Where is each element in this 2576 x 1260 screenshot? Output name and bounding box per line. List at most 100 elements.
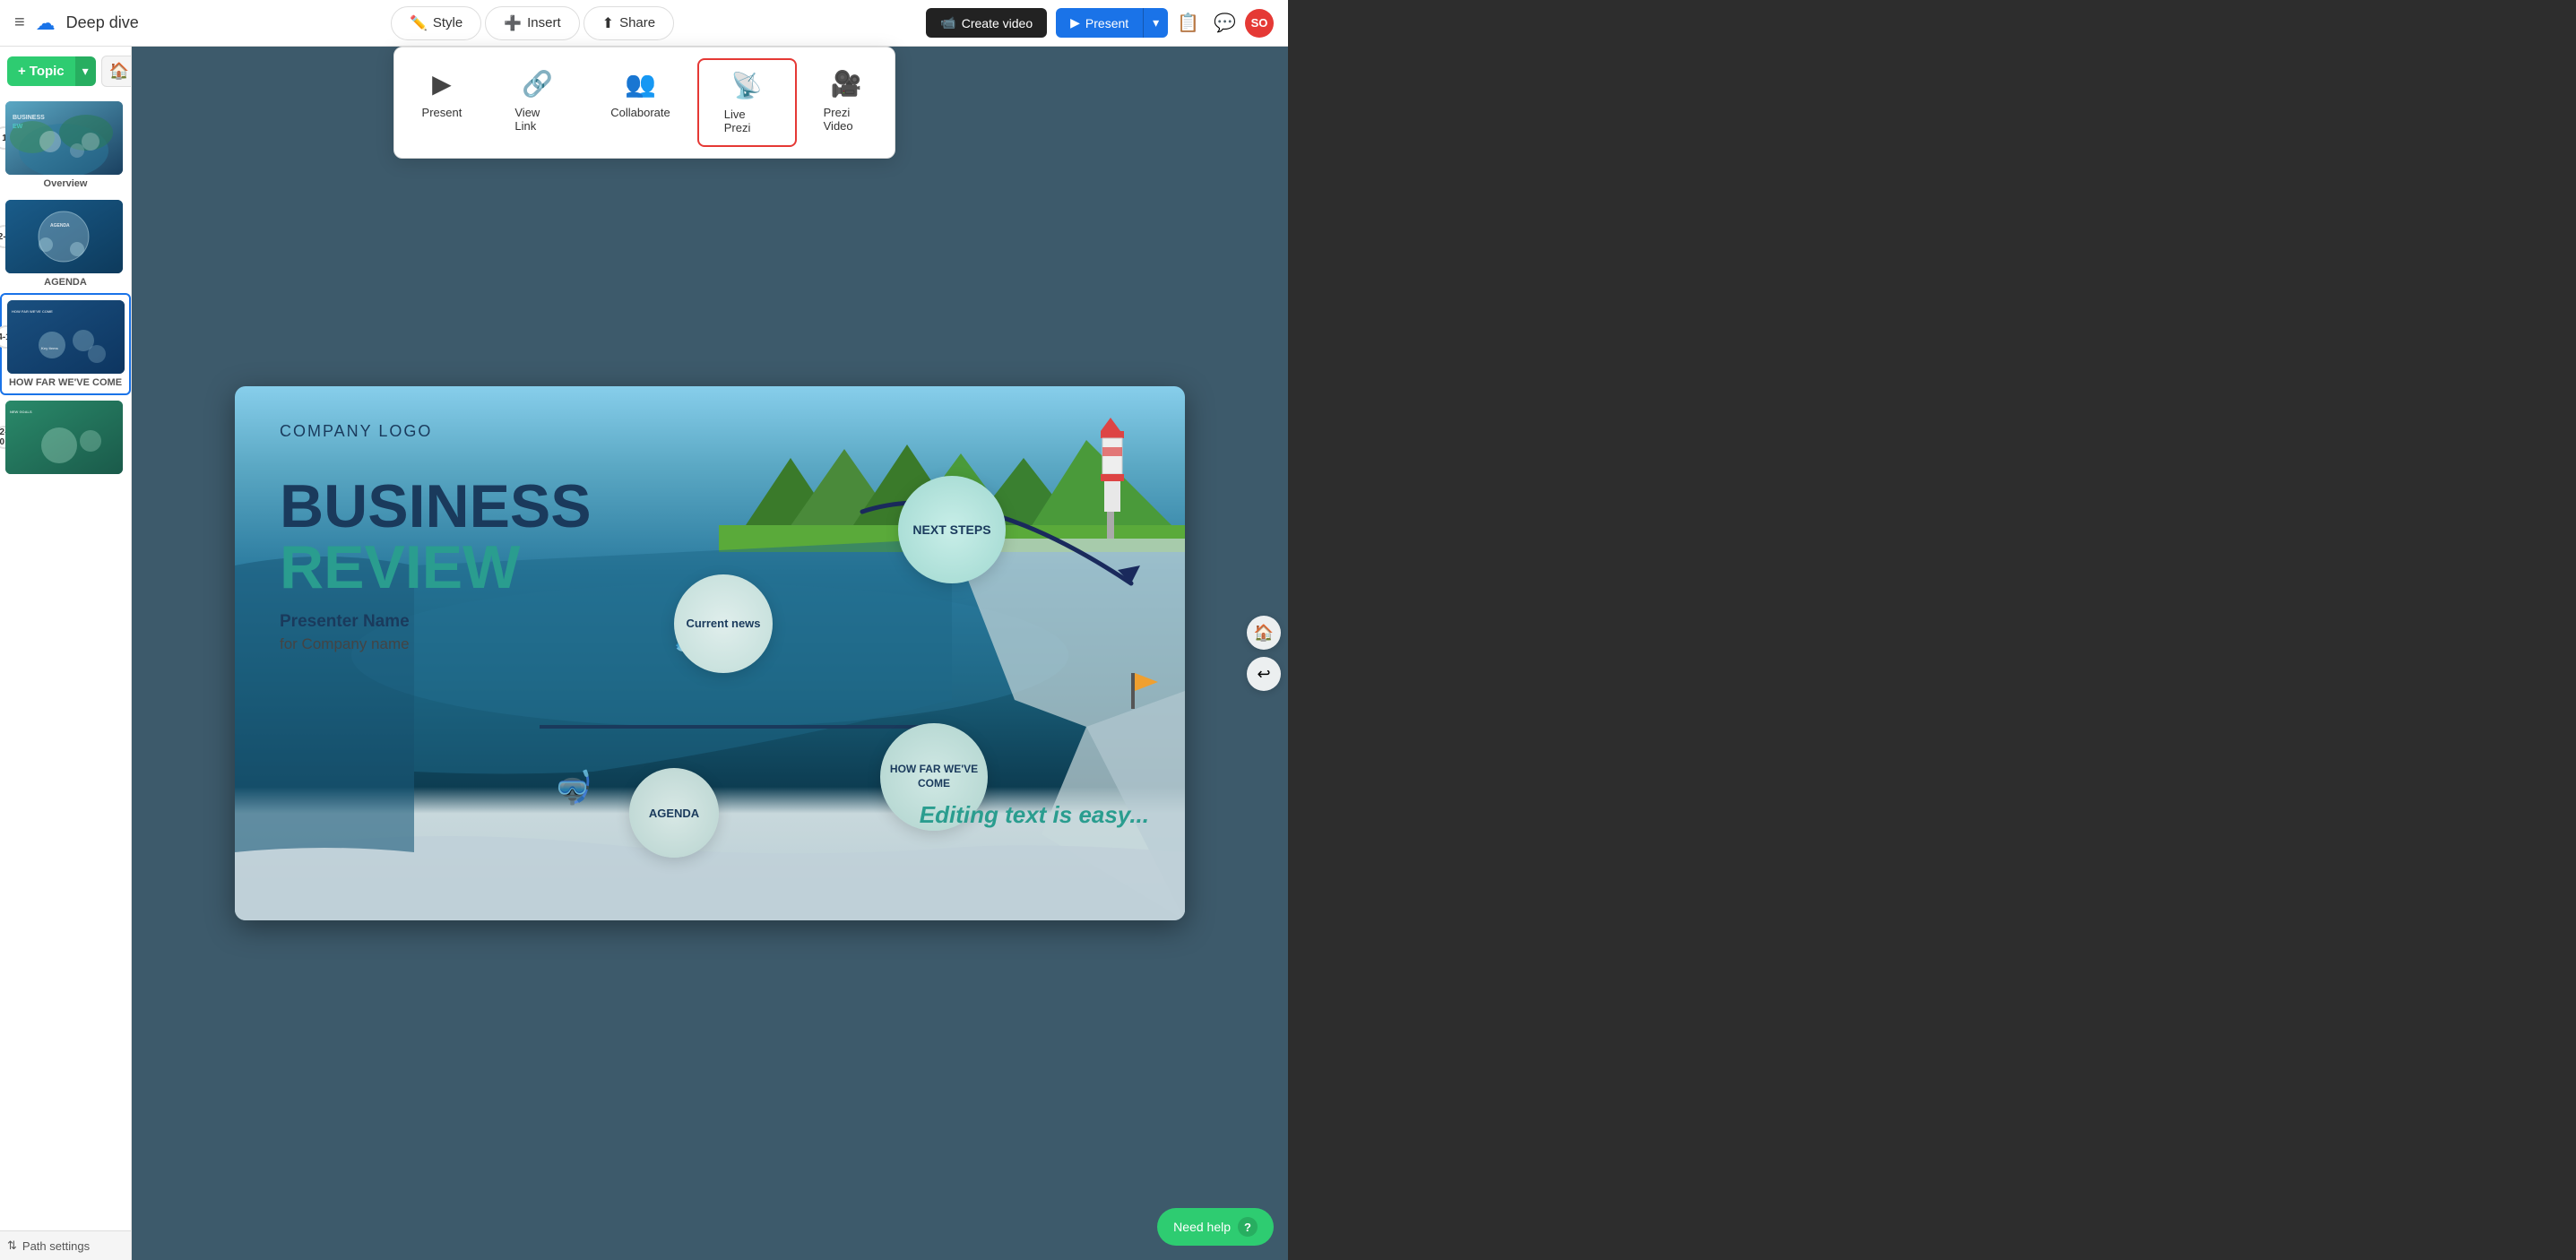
play-icon: ▶	[1070, 15, 1080, 30]
editing-text-content: Editing text is easy...	[920, 801, 1149, 828]
share-label: Share	[619, 15, 655, 30]
insert-button[interactable]: ➕ Insert	[485, 6, 579, 40]
topic-label: Topic	[30, 64, 65, 79]
present-dropdown-button[interactable]: ▾	[1143, 8, 1168, 38]
agenda-bubble[interactable]: AGENDA	[629, 768, 719, 858]
next-steps-label: NEXT STEPS	[912, 522, 990, 538]
svg-text:AGENDA: AGENDA	[50, 223, 70, 229]
present-button-group: ▶ Present ▾	[1056, 8, 1168, 38]
sidebar-bottom: ⇅ Path settings	[0, 1230, 131, 1260]
share-dropdown: ▶ Present 🔗 View Link 👥 Collaborate 📡 Li…	[393, 47, 895, 159]
top-bar: ≡ ☁ Deep dive ✏️ Style ➕ Insert ⬆ Share …	[0, 0, 1288, 47]
how-far-label: HOW FAR WE'VE COME	[880, 763, 988, 790]
home-icon: 🏠	[109, 62, 129, 80]
cloud-icon: ☁	[36, 12, 56, 35]
comments-icon[interactable]: 💬	[1214, 12, 1236, 34]
sidebar-item-howfar[interactable]: 4-11 HOW FAR WE'VE COME	[0, 293, 131, 395]
slide-back-button[interactable]: ↩	[1247, 657, 1281, 691]
sidebar: + Topic ▾ 🏠 1	[0, 47, 132, 1260]
title-line2: REVIEW	[280, 537, 592, 598]
slide-canvas: 🤿 🐟 🐠 COMPANY LOGO	[235, 386, 1185, 920]
share-item-view-link[interactable]: 🔗 View Link	[489, 58, 585, 147]
svg-text:EW: EW	[13, 124, 23, 130]
create-video-button[interactable]: 📹 Create video	[926, 8, 1047, 38]
top-bar-right: 📹 Create video ▶ Present ▾ 📋 💬 SO	[926, 8, 1274, 38]
slide-thumb-newgoals: NEW GOALS	[5, 401, 123, 474]
plus-icon: +	[18, 64, 26, 79]
sidebar-items: 1	[0, 96, 131, 1260]
view-link-label: View Link	[514, 106, 560, 133]
notes-icon[interactable]: 📋	[1177, 12, 1199, 34]
style-icon: ✏️	[410, 14, 428, 32]
sidebar-item-overview[interactable]: 1	[0, 96, 131, 194]
collaborate-label: Collaborate	[610, 106, 670, 119]
title-line1: BUSINESS	[280, 476, 592, 537]
slide-label-howfar: HOW FAR WE'VE COME	[7, 377, 124, 388]
present-button[interactable]: ▶ Present	[1056, 8, 1143, 38]
help-question-icon: ?	[1244, 1221, 1251, 1234]
present-dropdown-icon: ▶	[432, 69, 452, 99]
app-title: Deep dive	[66, 13, 139, 32]
slide-thumb-overview: BUSINESS EW	[5, 101, 123, 175]
help-circle: ?	[1238, 1217, 1258, 1237]
need-help-button[interactable]: Need help ?	[1157, 1208, 1274, 1246]
current-news-label: Current news	[686, 617, 760, 632]
slide-background: 🤿 🐟 🐠 COMPANY LOGO	[235, 386, 1185, 920]
style-button[interactable]: ✏️ Style	[391, 6, 481, 40]
toolbar-right-icons: 📋 💬	[1177, 12, 1236, 34]
slide-thumb-howfar: HOW FAR WE'VE COME Key items	[7, 300, 125, 374]
slide-label-agenda: AGENDA	[5, 277, 125, 288]
share-item-collaborate[interactable]: 👥 Collaborate	[585, 58, 696, 147]
slide-home-button[interactable]: 🏠	[1247, 616, 1281, 650]
share-button[interactable]: ⬆ Share	[583, 6, 674, 40]
sidebar-item-agenda[interactable]: 2-3 AGENDA	[0, 194, 131, 293]
home-button[interactable]: 🏠	[101, 56, 132, 87]
share-item-prezi-video[interactable]: 🎥 Prezi Video	[799, 58, 895, 147]
slide-label-overview: Overview	[5, 178, 125, 189]
svg-text:HOW FAR WE'VE COME: HOW FAR WE'VE COME	[12, 309, 53, 314]
company-logo: COMPANY LOGO	[280, 422, 432, 441]
topic-dropdown-button[interactable]: ▾	[75, 56, 96, 86]
sidebar-item-newgoals[interactable]: 12-20 NEW GOALS	[0, 395, 131, 483]
presenter-subtitle: for Company name	[280, 635, 592, 653]
main-area: + Topic ▾ 🏠 1	[0, 47, 1288, 1260]
live-prezi-icon: 📡	[731, 71, 763, 100]
prezi-video-icon: 🎥	[831, 69, 862, 99]
need-help-label: Need help	[1173, 1220, 1231, 1234]
right-navigation: 🏠 ↩	[1247, 616, 1281, 691]
top-bar-center: ✏️ Style ➕ Insert ⬆ Share	[391, 6, 674, 40]
presenter-name: Presenter Name	[280, 612, 592, 632]
editing-text: Editing text is easy...	[920, 800, 1149, 831]
path-settings-label: Path settings	[22, 1239, 90, 1253]
present-label: Present	[1085, 16, 1128, 30]
video-camera-icon: 📹	[940, 15, 955, 30]
create-video-label: Create video	[962, 16, 1033, 30]
business-review-title: BUSINESS REVIEW Presenter Name for Compa…	[280, 476, 592, 653]
path-settings-button[interactable]: ⇅ Path settings	[7, 1238, 90, 1253]
svg-text:NEW GOALS: NEW GOALS	[10, 410, 32, 414]
next-steps-bubble[interactable]: NEXT STEPS	[898, 476, 1006, 583]
topic-button[interactable]: + Topic	[7, 56, 75, 86]
present-dropdown-label: Present	[422, 106, 462, 119]
avatar[interactable]: SO	[1245, 9, 1274, 38]
canvas-area: Undo	[132, 47, 1288, 1260]
share-icon: ⬆	[602, 14, 614, 32]
slide-home-icon: 🏠	[1254, 624, 1274, 643]
share-item-live-prezi[interactable]: 📡 Live Prezi	[697, 58, 797, 147]
slide-back-icon: ↩	[1257, 665, 1270, 684]
insert-label: Insert	[527, 15, 561, 30]
prezi-video-label: Prezi Video	[824, 106, 869, 133]
slide-thumb-agenda: AGENDA	[5, 200, 123, 273]
share-item-present[interactable]: ▶ Present	[394, 58, 490, 147]
style-label: Style	[433, 15, 462, 30]
insert-icon: ➕	[504, 14, 522, 32]
current-news-bubble[interactable]: Current news	[674, 574, 773, 673]
topic-button-group: + Topic ▾	[7, 56, 96, 86]
collaborate-icon: 👥	[625, 69, 656, 99]
agenda-label: AGENDA	[649, 807, 699, 820]
svg-text:BUSINESS: BUSINESS	[13, 115, 45, 121]
path-settings-icon: ⇅	[7, 1238, 17, 1253]
svg-text:Key items: Key items	[41, 346, 59, 350]
svg-text:🤿: 🤿	[553, 769, 593, 806]
hamburger-icon[interactable]: ≡	[14, 13, 25, 33]
